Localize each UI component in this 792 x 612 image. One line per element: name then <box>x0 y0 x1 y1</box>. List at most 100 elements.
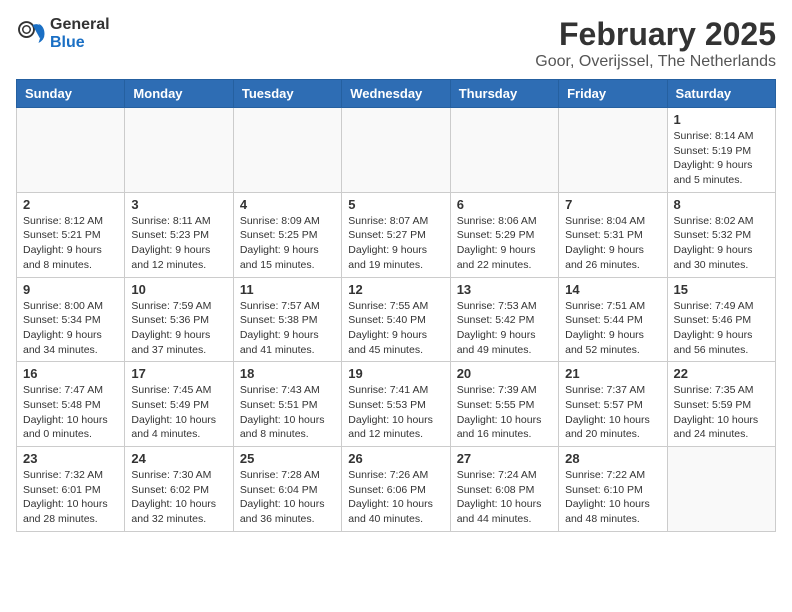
calendar-header-tuesday: Tuesday <box>233 80 341 108</box>
page-title: February 2025 <box>535 16 776 53</box>
calendar-cell: 3 Sunrise: 8:11 AM Sunset: 5:23 PM Daylig… <box>125 192 233 277</box>
day-number: 18 <box>240 366 335 381</box>
day-number: 10 <box>131 282 226 297</box>
logo-blue: Blue <box>50 34 110 52</box>
calendar-week-row: 1 Sunrise: 8:14 AM Sunset: 5:19 PM Daylig… <box>17 108 776 193</box>
day-number: 25 <box>240 451 335 466</box>
calendar-header-thursday: Thursday <box>450 80 558 108</box>
calendar-cell <box>667 447 775 532</box>
calendar-week-row: 2Sunrise: 8:12 AM Sunset: 5:21 PM Daylig… <box>17 192 776 277</box>
day-number: 9 <box>23 282 118 297</box>
calendar-cell: 20 Sunrise: 7:39 AM Sunset: 5:55 PM Dayli… <box>450 362 558 447</box>
calendar-cell: 2Sunrise: 8:12 AM Sunset: 5:21 PM Daylig… <box>17 192 125 277</box>
calendar-cell: 23Sunrise: 7:32 AM Sunset: 6:01 PM Dayli… <box>17 447 125 532</box>
day-number: 28 <box>565 451 660 466</box>
calendar-cell <box>125 108 233 193</box>
calendar-cell: 16 Sunrise: 7:47 AM Sunset: 5:48 PM Dayli… <box>17 362 125 447</box>
day-info: Sunrise: 8:00 AM Sunset: 5:34 PM Dayligh… <box>23 299 118 358</box>
day-info: Sunrise: 7:49 AM Sunset: 5:46 PM Dayligh… <box>674 299 769 358</box>
calendar-cell: 11Sunrise: 7:57 AM Sunset: 5:38 PM Dayli… <box>233 277 341 362</box>
calendar-cell <box>17 108 125 193</box>
calendar-cell: 1 Sunrise: 8:14 AM Sunset: 5:19 PM Daylig… <box>667 108 775 193</box>
calendar-cell <box>559 108 667 193</box>
day-info: Sunrise: 7:35 AM Sunset: 5:59 PM Dayligh… <box>674 383 769 442</box>
day-number: 8 <box>674 197 769 212</box>
calendar-week-row: 9 Sunrise: 8:00 AM Sunset: 5:34 PM Daylig… <box>17 277 776 362</box>
day-info: Sunrise: 8:07 AM Sunset: 5:27 PM Dayligh… <box>348 214 443 273</box>
day-number: 16 <box>23 366 118 381</box>
calendar-cell: 8 Sunrise: 8:02 AM Sunset: 5:32 PM Daylig… <box>667 192 775 277</box>
calendar-cell: 21 Sunrise: 7:37 AM Sunset: 5:57 PM Dayli… <box>559 362 667 447</box>
day-info: Sunrise: 7:55 AM Sunset: 5:40 PM Dayligh… <box>348 299 443 358</box>
day-number: 20 <box>457 366 552 381</box>
calendar-header-monday: Monday <box>125 80 233 108</box>
calendar-cell: 22 Sunrise: 7:35 AM Sunset: 5:59 PM Dayli… <box>667 362 775 447</box>
day-number: 21 <box>565 366 660 381</box>
day-number: 3 <box>131 197 226 212</box>
day-info: Sunrise: 7:59 AM Sunset: 5:36 PM Dayligh… <box>131 299 226 358</box>
day-info: Sunrise: 8:09 AM Sunset: 5:25 PM Dayligh… <box>240 214 335 273</box>
calendar-week-row: 16 Sunrise: 7:47 AM Sunset: 5:48 PM Dayli… <box>17 362 776 447</box>
day-info: Sunrise: 7:47 AM Sunset: 5:48 PM Dayligh… <box>23 383 118 442</box>
calendar-cell: 5Sunrise: 8:07 AM Sunset: 5:27 PM Daylig… <box>342 192 450 277</box>
day-number: 27 <box>457 451 552 466</box>
day-number: 13 <box>457 282 552 297</box>
logo-icon <box>16 19 46 49</box>
calendar-cell: 14Sunrise: 7:51 AM Sunset: 5:44 PM Dayli… <box>559 277 667 362</box>
day-number: 22 <box>674 366 769 381</box>
calendar-cell: 15Sunrise: 7:49 AM Sunset: 5:46 PM Dayli… <box>667 277 775 362</box>
calendar-cell: 10 Sunrise: 7:59 AM Sunset: 5:36 PM Dayli… <box>125 277 233 362</box>
calendar-cell: 13 Sunrise: 7:53 AM Sunset: 5:42 PM Dayli… <box>450 277 558 362</box>
logo-text: General Blue <box>50 16 110 51</box>
day-number: 14 <box>565 282 660 297</box>
calendar-cell <box>233 108 341 193</box>
day-info: Sunrise: 8:11 AM Sunset: 5:23 PM Dayligh… <box>131 214 226 273</box>
day-info: Sunrise: 7:43 AM Sunset: 5:51 PM Dayligh… <box>240 383 335 442</box>
calendar-cell: 18 Sunrise: 7:43 AM Sunset: 5:51 PM Dayli… <box>233 362 341 447</box>
day-number: 4 <box>240 197 335 212</box>
day-info: Sunrise: 8:02 AM Sunset: 5:32 PM Dayligh… <box>674 214 769 273</box>
calendar-cell: 26Sunrise: 7:26 AM Sunset: 6:06 PM Dayli… <box>342 447 450 532</box>
calendar-cell: 24 Sunrise: 7:30 AM Sunset: 6:02 PM Dayli… <box>125 447 233 532</box>
day-number: 23 <box>23 451 118 466</box>
calendar-cell: 17Sunrise: 7:45 AM Sunset: 5:49 PM Dayli… <box>125 362 233 447</box>
day-info: Sunrise: 7:28 AM Sunset: 6:04 PM Dayligh… <box>240 468 335 527</box>
day-info: Sunrise: 7:45 AM Sunset: 5:49 PM Dayligh… <box>131 383 226 442</box>
calendar-cell: 7 Sunrise: 8:04 AM Sunset: 5:31 PM Daylig… <box>559 192 667 277</box>
day-info: Sunrise: 7:30 AM Sunset: 6:02 PM Dayligh… <box>131 468 226 527</box>
logo: General Blue <box>16 16 110 51</box>
day-info: Sunrise: 8:14 AM Sunset: 5:19 PM Dayligh… <box>674 129 769 188</box>
calendar-week-row: 23Sunrise: 7:32 AM Sunset: 6:01 PM Dayli… <box>17 447 776 532</box>
day-info: Sunrise: 7:57 AM Sunset: 5:38 PM Dayligh… <box>240 299 335 358</box>
day-info: Sunrise: 7:24 AM Sunset: 6:08 PM Dayligh… <box>457 468 552 527</box>
calendar-cell: 12 Sunrise: 7:55 AM Sunset: 5:40 PM Dayli… <box>342 277 450 362</box>
calendar-header-saturday: Saturday <box>667 80 775 108</box>
calendar-cell: 25 Sunrise: 7:28 AM Sunset: 6:04 PM Dayli… <box>233 447 341 532</box>
calendar-cell: 9 Sunrise: 8:00 AM Sunset: 5:34 PM Daylig… <box>17 277 125 362</box>
calendar-cell: 4 Sunrise: 8:09 AM Sunset: 5:25 PM Daylig… <box>233 192 341 277</box>
day-number: 12 <box>348 282 443 297</box>
page-subtitle: Goor, Overijssel, The Netherlands <box>535 53 776 71</box>
calendar-cell: 19Sunrise: 7:41 AM Sunset: 5:53 PM Dayli… <box>342 362 450 447</box>
day-info: Sunrise: 7:37 AM Sunset: 5:57 PM Dayligh… <box>565 383 660 442</box>
calendar-header-friday: Friday <box>559 80 667 108</box>
calendar-table: SundayMondayTuesdayWednesdayThursdayFrid… <box>16 79 776 532</box>
calendar-cell <box>342 108 450 193</box>
day-info: Sunrise: 7:53 AM Sunset: 5:42 PM Dayligh… <box>457 299 552 358</box>
day-info: Sunrise: 8:06 AM Sunset: 5:29 PM Dayligh… <box>457 214 552 273</box>
calendar-cell <box>450 108 558 193</box>
calendar-cell: 28 Sunrise: 7:22 AM Sunset: 6:10 PM Dayli… <box>559 447 667 532</box>
header: General Blue February 2025 Goor, Overijs… <box>16 16 776 71</box>
calendar-header-wednesday: Wednesday <box>342 80 450 108</box>
day-info: Sunrise: 7:39 AM Sunset: 5:55 PM Dayligh… <box>457 383 552 442</box>
calendar-header-row: SundayMondayTuesdayWednesdayThursdayFrid… <box>17 80 776 108</box>
day-info: Sunrise: 8:04 AM Sunset: 5:31 PM Dayligh… <box>565 214 660 273</box>
day-number: 1 <box>674 112 769 127</box>
day-info: Sunrise: 7:22 AM Sunset: 6:10 PM Dayligh… <box>565 468 660 527</box>
day-number: 7 <box>565 197 660 212</box>
day-number: 19 <box>348 366 443 381</box>
day-info: Sunrise: 7:26 AM Sunset: 6:06 PM Dayligh… <box>348 468 443 527</box>
day-number: 24 <box>131 451 226 466</box>
title-area: February 2025 Goor, Overijssel, The Neth… <box>535 16 776 71</box>
calendar-cell: 6Sunrise: 8:06 AM Sunset: 5:29 PM Daylig… <box>450 192 558 277</box>
